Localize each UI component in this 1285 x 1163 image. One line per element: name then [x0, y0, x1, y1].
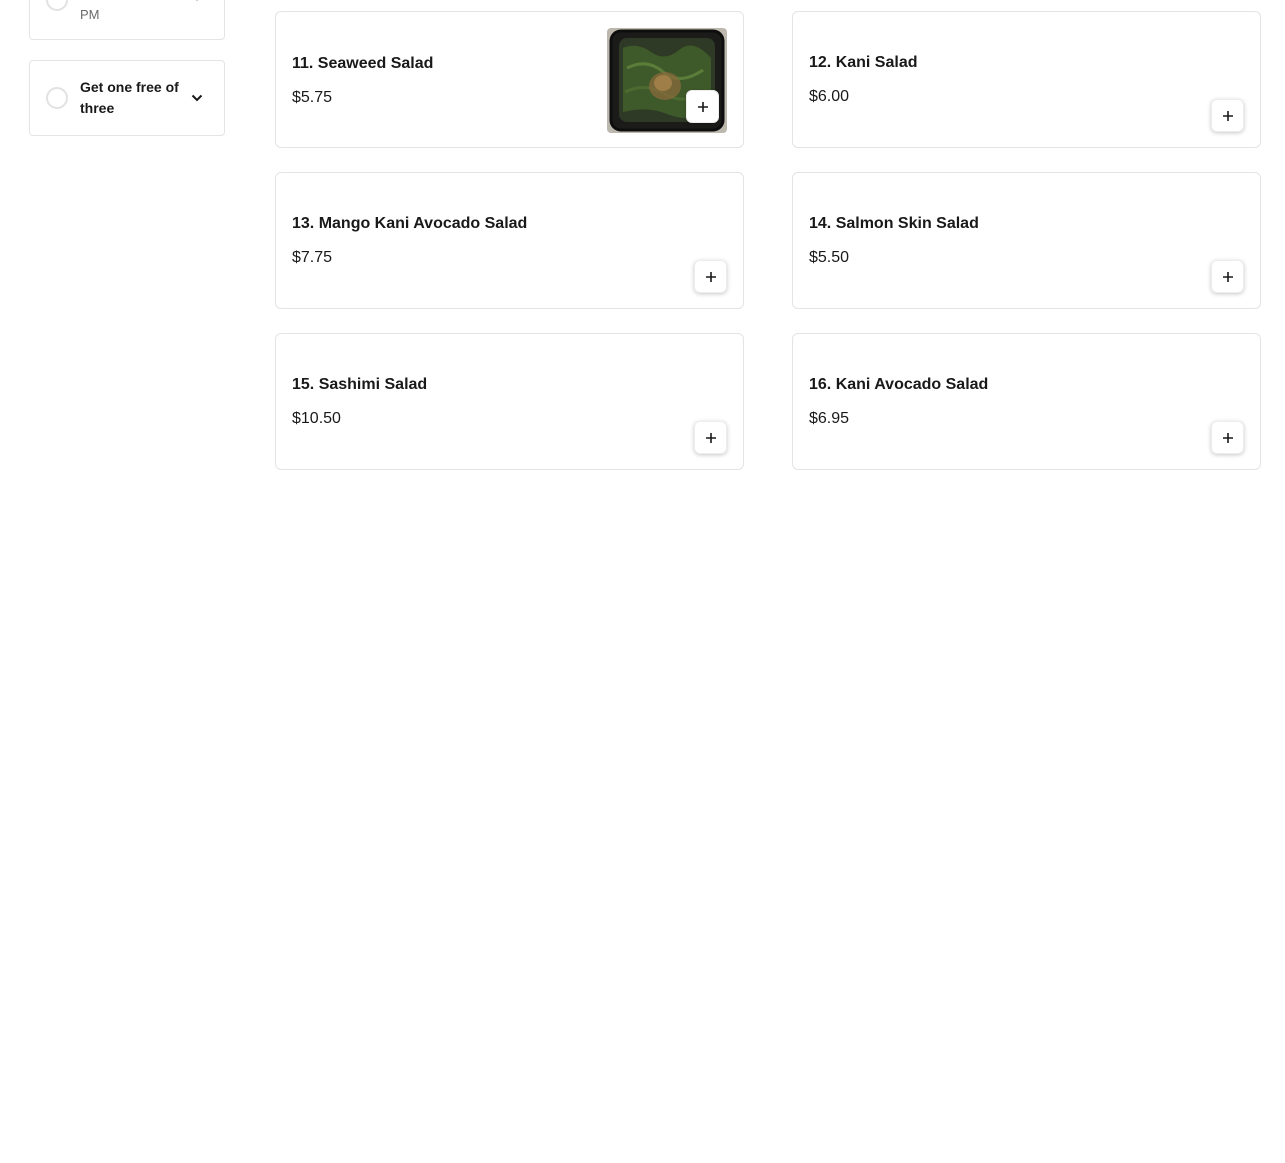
menu-item-card[interactable]: 14. Salmon Skin Salad $5.50 [792, 172, 1261, 309]
plus-icon [1222, 110, 1233, 121]
menu-item-card[interactable]: 13. Mango Kani Avocado Salad $7.75 [275, 172, 744, 309]
item-name: 13. Mango Kani Avocado Salad [292, 215, 528, 232]
promo-label: Get one free of three [80, 79, 179, 116]
item-price: $10.50 [292, 410, 341, 427]
promo-radio[interactable] [46, 87, 68, 109]
add-item-button[interactable] [694, 260, 727, 293]
menu-item-card[interactable]: 11. Seaweed Salad $5.75 [275, 11, 744, 148]
menu-item-card[interactable]: 15. Sashimi Salad $10.50 [275, 333, 744, 470]
plus-icon [705, 432, 716, 443]
add-item-button[interactable] [694, 421, 727, 454]
add-item-button[interactable] [1211, 421, 1244, 454]
add-item-button[interactable] [1211, 99, 1244, 132]
menu-item-card[interactable]: 16. Kani Avocado Salad $6.95 [792, 333, 1261, 470]
promo-radio[interactable] [46, 0, 68, 11]
menu-page: 11:00 AM - 3:30 PM Get one free of three… [0, 0, 1285, 1163]
promo-card-lunch-hours[interactable]: 11:00 AM - 3:30 PM [29, 0, 225, 40]
plus-icon [1222, 271, 1233, 282]
add-item-button[interactable] [1211, 260, 1244, 293]
menu-item-card[interactable]: 12. Kani Salad $6.00 [792, 11, 1261, 148]
item-name: 11. Seaweed Salad [292, 55, 434, 72]
plus-icon [1222, 432, 1233, 443]
item-price: $6.95 [809, 410, 850, 427]
item-image[interactable] [607, 28, 727, 133]
add-item-button[interactable] [686, 90, 719, 123]
promo-card-get-one-free[interactable]: Get one free of three [29, 60, 225, 136]
item-price: $5.50 [809, 249, 850, 266]
item-name: 12. Kani Salad [809, 54, 918, 71]
chevron-down-icon[interactable] [190, 0, 204, 5]
item-price: $5.75 [292, 89, 333, 106]
promo-label: 11:00 AM - 3:30 PM [80, 0, 171, 22]
item-name: 14. Salmon Skin Salad [809, 215, 979, 232]
item-price: $6.00 [809, 88, 850, 105]
chevron-down-icon[interactable] [190, 91, 204, 105]
item-name: 15. Sashimi Salad [292, 376, 428, 393]
plus-icon [705, 271, 716, 282]
item-name: 16. Kani Avocado Salad [809, 376, 989, 393]
plus-icon [697, 101, 708, 112]
item-price: $7.75 [292, 249, 333, 266]
